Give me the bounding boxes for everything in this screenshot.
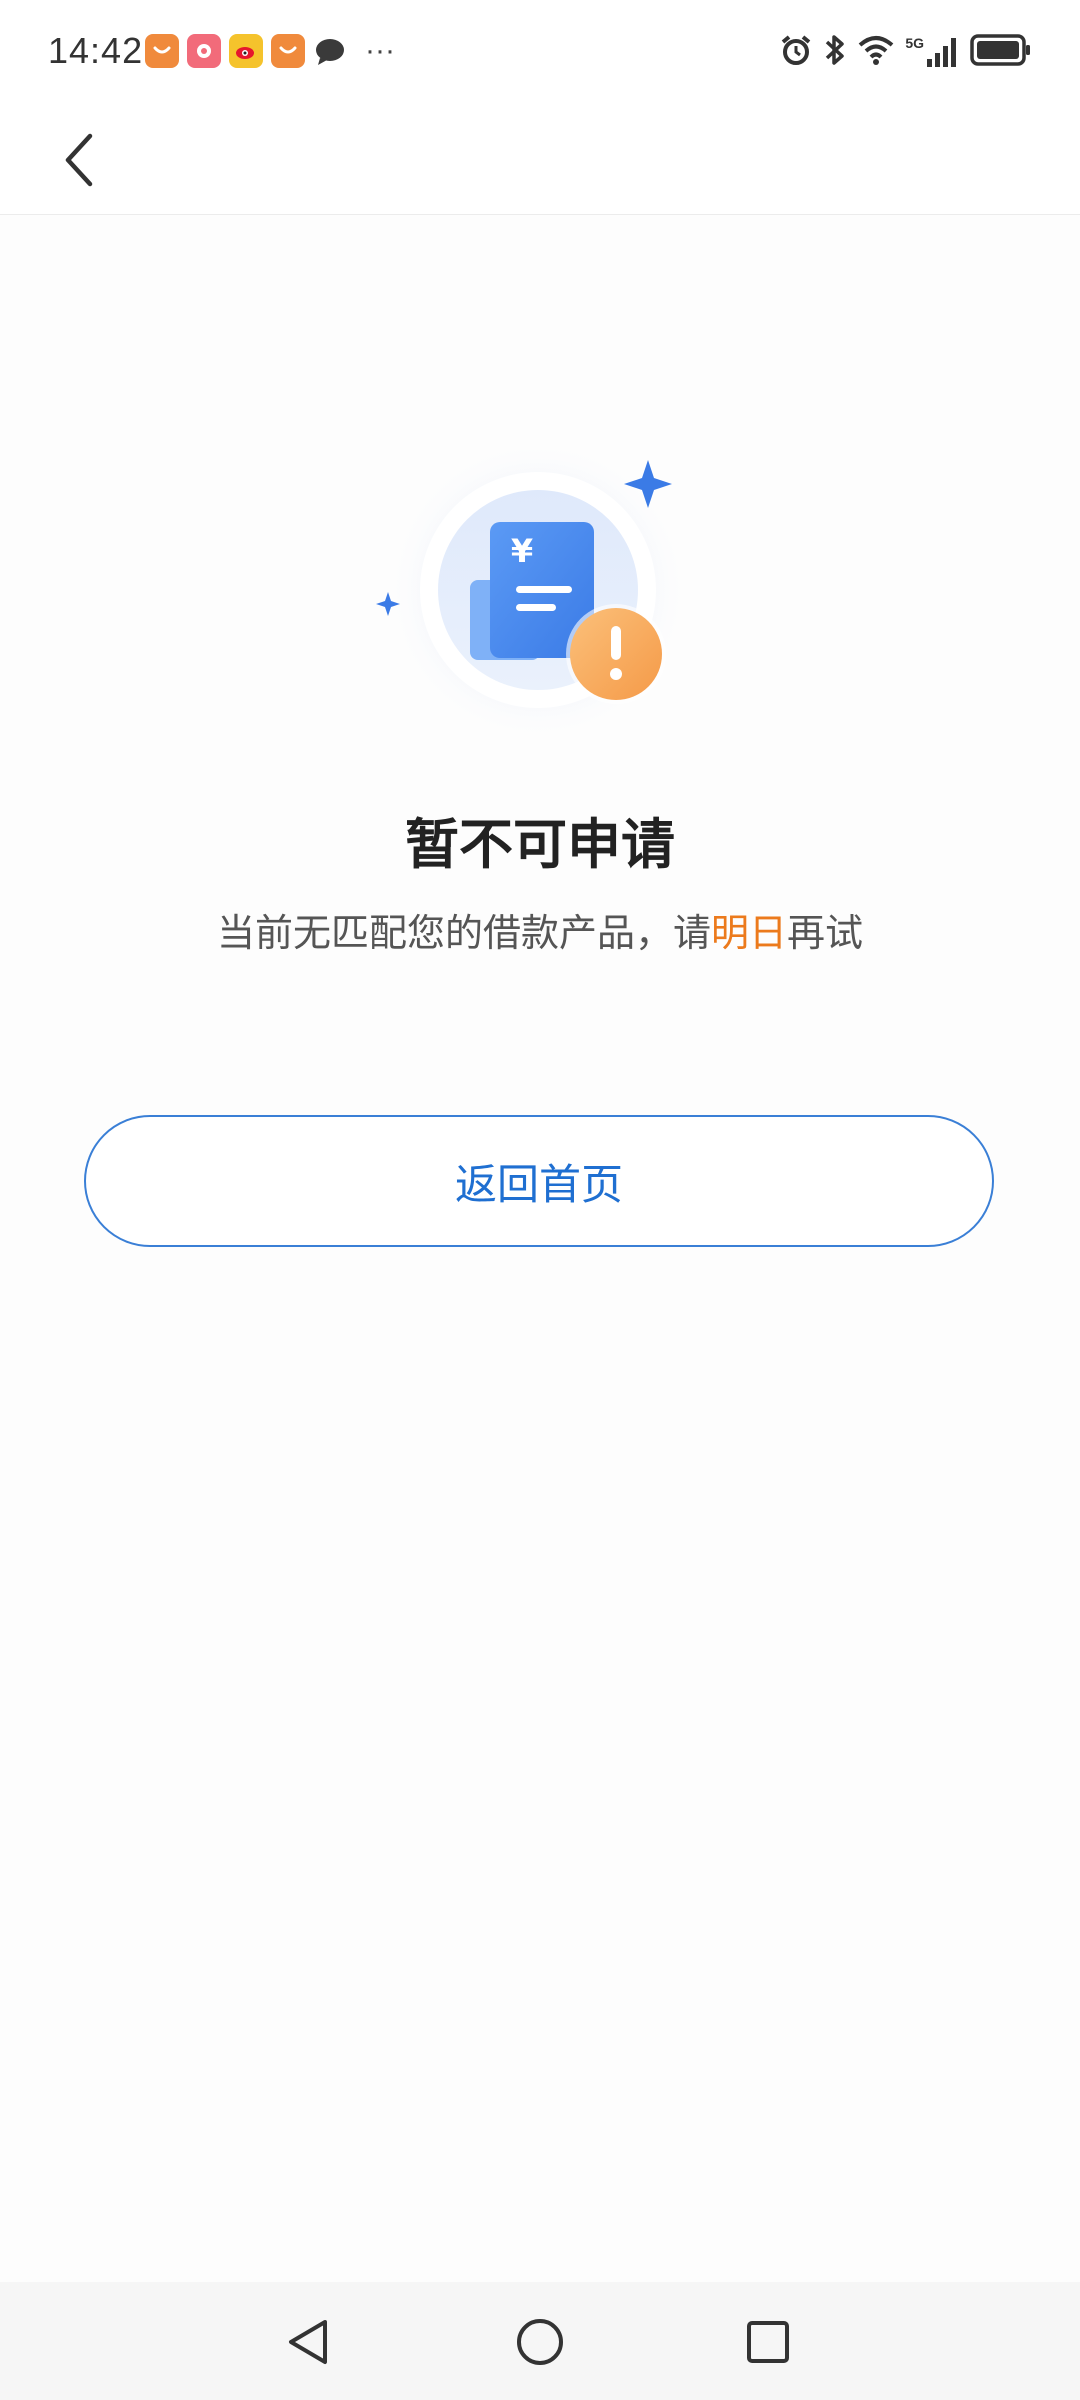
nav-back-button[interactable] [268,2302,348,2382]
status-time: 14:42 [48,30,144,71]
message-icon [313,34,347,68]
yen-symbol: ¥ [511,532,533,570]
5g-signal-icon: 5G [905,35,960,69]
system-nav-bar [0,2282,1080,2400]
taobao-icon [145,34,179,68]
header [0,104,1080,215]
more-notifications-icon: ··· [365,34,395,67]
app-icon [187,34,221,68]
wifi-icon [857,34,895,70]
status-message: 当前无匹配您的借款产品，请明日再试 [0,902,1080,957]
status-message-highlight: 明日 [710,911,787,955]
status-message-prefix: 当前无匹配您的借款产品，请 [216,911,711,955]
network-type-label: 5G [905,35,924,51]
recents-square-icon [747,2321,789,2363]
taobao-icon [271,34,305,68]
system-icons: 5G [779,32,1032,72]
return-home-button[interactable]: 返回首页 [84,1115,994,1247]
battery-icon [970,33,1032,71]
weibo-icon [229,34,263,68]
notification-icons: ··· [145,34,395,68]
alarm-icon [779,33,813,71]
back-triangle-icon [289,2320,327,2364]
nav-home-button[interactable] [500,2302,580,2382]
back-button[interactable] [50,120,110,200]
status-illustration: ¥ [370,440,690,760]
status-bar: 14:42 ··· 5G [0,0,1080,104]
page-title: 暂不可申请 [405,813,675,876]
nav-recents-button[interactable] [728,2302,808,2382]
home-circle-icon [517,2319,563,2365]
bluetooth-icon [823,32,847,72]
status-message-suffix: 再试 [787,911,864,955]
chevron-left-icon [65,133,93,187]
